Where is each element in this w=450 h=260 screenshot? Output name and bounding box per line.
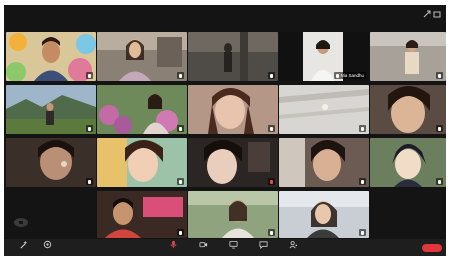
participant-name bbox=[359, 125, 366, 132]
video-feed bbox=[370, 85, 446, 134]
video-feed bbox=[279, 191, 369, 238]
participant-name bbox=[268, 178, 275, 185]
participant-name bbox=[268, 125, 275, 132]
participant-tile[interactable] bbox=[97, 138, 187, 187]
participant-name bbox=[86, 178, 93, 185]
muted-microphone-icon bbox=[270, 179, 273, 184]
settings-button[interactable] bbox=[34, 239, 60, 256]
share-screen-button[interactable] bbox=[220, 239, 246, 256]
video-feed bbox=[370, 138, 446, 187]
settings-icon bbox=[43, 240, 51, 249]
wand-icon bbox=[19, 240, 27, 249]
participant-grid: Nia Sandhu bbox=[4, 5, 446, 245]
microphone-icon bbox=[270, 230, 273, 235]
participant-tile[interactable] bbox=[97, 191, 187, 238]
video-feed bbox=[279, 138, 369, 187]
video-feed bbox=[97, 138, 187, 187]
participant-name bbox=[177, 178, 184, 185]
participant-tile[interactable] bbox=[97, 85, 187, 134]
microphone-icon bbox=[88, 126, 91, 131]
participant-tile[interactable] bbox=[370, 138, 446, 187]
chat-bubble-icon[interactable] bbox=[14, 218, 28, 227]
participant-tile[interactable] bbox=[279, 191, 369, 238]
chat-icon bbox=[258, 241, 268, 249]
participant-name bbox=[177, 72, 184, 79]
effects-button[interactable] bbox=[10, 239, 36, 256]
participant-tile[interactable] bbox=[279, 138, 369, 187]
microphone-icon bbox=[179, 230, 182, 235]
video-feed bbox=[279, 85, 369, 134]
microphone-icon bbox=[438, 73, 441, 78]
microphone-icon bbox=[169, 240, 177, 249]
participant-name bbox=[177, 125, 184, 132]
video-feed bbox=[370, 32, 446, 81]
participant-name bbox=[436, 72, 443, 79]
participant-name bbox=[86, 125, 93, 132]
microphone-icon bbox=[438, 126, 441, 131]
video-feed bbox=[6, 32, 96, 81]
microphone-icon bbox=[88, 179, 91, 184]
participant-tile[interactable] bbox=[188, 191, 278, 238]
participant-tile[interactable] bbox=[370, 85, 446, 134]
microphone-icon bbox=[361, 126, 364, 131]
microphone-button[interactable] bbox=[160, 239, 186, 256]
video-call-window: Nia Sandhu bbox=[4, 5, 446, 256]
participant-tile[interactable] bbox=[188, 32, 278, 81]
video-feed bbox=[188, 32, 278, 81]
participant-name bbox=[359, 229, 366, 236]
participant-tile[interactable] bbox=[370, 32, 446, 81]
video-feed bbox=[6, 85, 96, 134]
participant-tile[interactable] bbox=[279, 85, 369, 134]
microphone-icon bbox=[270, 126, 273, 131]
meeting-toolbar bbox=[4, 239, 446, 256]
participants-button[interactable] bbox=[280, 239, 306, 256]
participants-icon bbox=[289, 241, 297, 249]
microphone-icon bbox=[270, 73, 273, 78]
participant-name bbox=[359, 178, 366, 185]
participant-tile[interactable] bbox=[97, 32, 187, 81]
microphone-icon bbox=[179, 73, 182, 78]
microphone-icon bbox=[361, 179, 364, 184]
microphone-icon bbox=[88, 73, 91, 78]
microphone-icon bbox=[179, 126, 182, 131]
chat-button[interactable] bbox=[250, 239, 276, 256]
participant-tile[interactable] bbox=[6, 85, 96, 134]
video-feed bbox=[188, 138, 278, 187]
share-screen-icon bbox=[228, 240, 238, 249]
participant-tile[interactable] bbox=[188, 138, 278, 187]
camera-button[interactable] bbox=[190, 239, 216, 256]
participant-name bbox=[86, 72, 93, 79]
microphone-icon bbox=[438, 179, 441, 184]
participant-name bbox=[177, 229, 184, 236]
microphone-icon bbox=[361, 230, 364, 235]
microphone-icon bbox=[179, 179, 182, 184]
participant-name bbox=[268, 229, 275, 236]
video-feed bbox=[188, 85, 278, 134]
participant-tile[interactable] bbox=[6, 32, 96, 81]
participant-name bbox=[436, 178, 443, 185]
participant-tile[interactable] bbox=[188, 85, 278, 134]
video-feed bbox=[97, 191, 187, 238]
participant-name bbox=[268, 72, 275, 79]
video-feed bbox=[97, 85, 187, 134]
participant-name: Nia Sandhu bbox=[334, 72, 366, 79]
video-feed bbox=[188, 191, 278, 238]
participant-tile[interactable]: Nia Sandhu bbox=[279, 32, 369, 81]
video-feed bbox=[97, 32, 187, 81]
participant-tile[interactable] bbox=[6, 138, 96, 187]
leave-call-button[interactable] bbox=[422, 244, 442, 252]
camera-icon bbox=[198, 242, 207, 248]
participant-name bbox=[436, 125, 443, 132]
video-feed bbox=[6, 138, 96, 187]
